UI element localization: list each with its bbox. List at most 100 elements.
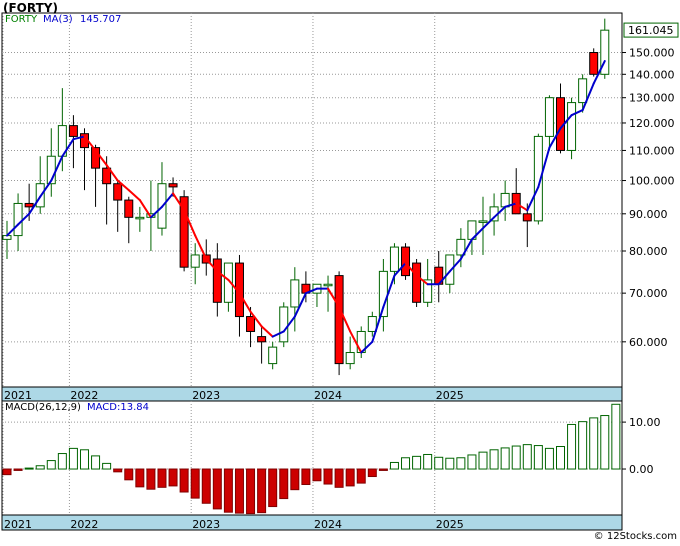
candle-body: [124, 199, 134, 218]
legend-ma-value: 145.707: [80, 14, 122, 25]
footer-copyright: © 12Stocks.com: [593, 531, 677, 542]
macd-bar: [434, 456, 444, 470]
price-ytick-label: 100.000: [629, 175, 675, 188]
year-label-bottom-2022: 2022: [70, 518, 98, 531]
macd-bar: [168, 468, 178, 487]
chart-title: (FORTY): [3, 1, 58, 15]
macd-bar: [500, 447, 510, 470]
macd-bar: [489, 449, 499, 470]
macd-bar: [223, 468, 233, 513]
candle-body: [323, 283, 333, 287]
macd-bar: [544, 447, 554, 470]
macd-bar: [556, 446, 565, 470]
macd-bar: [578, 421, 588, 470]
macd-bar: [290, 468, 300, 491]
macd-bar: [412, 455, 422, 470]
year-label-top-2021: 2021: [4, 389, 32, 402]
candle-body: [401, 246, 411, 277]
macd-bar: [24, 467, 34, 470]
candle-body: [589, 52, 599, 75]
macd-bar: [312, 468, 322, 482]
candle-body: [522, 213, 532, 222]
macd-bar: [279, 468, 289, 500]
macd-bar: [268, 468, 278, 508]
legend-macd-value: MACD:13.84: [87, 402, 149, 413]
macd-bar: [2, 468, 12, 476]
stock-chart: 2021 2021 2022 2022 2023 2023 2024 2024 2025 2025…: [1, 12, 679, 531]
macd-bar: [445, 457, 455, 470]
macd-bar: [301, 468, 311, 486]
price-ytick-label: 150.000: [629, 47, 675, 60]
candle-body: [135, 216, 145, 220]
legend-ma-label: MA(3): [43, 14, 73, 25]
year-label-bottom-2021: 2021: [4, 518, 32, 531]
macd-bar: [46, 460, 56, 470]
macd-bar: [201, 468, 211, 504]
macd-bar: [79, 449, 89, 470]
macd-bar: [13, 468, 23, 471]
price-ytick-label: 140.000: [629, 68, 675, 81]
candle-body: [389, 246, 399, 272]
price-ytick-label: 120.000: [629, 117, 675, 130]
macd-bar: [102, 462, 112, 470]
macd-bar: [522, 444, 532, 470]
candle-body: [367, 316, 377, 332]
macd-bar: [190, 468, 200, 499]
candle-body: [412, 262, 422, 303]
candle-body: [24, 202, 34, 208]
legend-macd-label: MACD(26,12,9): [5, 402, 81, 413]
macd-bar: [567, 423, 577, 470]
macd-bar: [234, 468, 244, 514]
candle-body: [190, 254, 200, 268]
macd-bar: [35, 465, 45, 470]
year-label-bottom-2023: 2023: [192, 518, 220, 531]
candle-body: [168, 183, 178, 188]
macd-bar: [146, 468, 156, 490]
price-plot-frame: [1, 12, 623, 388]
macd-ytick-label: 0.00: [629, 463, 654, 476]
year-label-top-2023: 2023: [192, 389, 220, 402]
macd-bar: [323, 468, 333, 485]
year-label-top-2025: 2025: [436, 389, 464, 402]
candle-body: [246, 316, 256, 332]
candle-body: [334, 275, 344, 365]
macd-bar: [246, 468, 256, 515]
price-ytick-label: 70.000: [629, 287, 668, 300]
legend-symbol: FORTY: [5, 14, 38, 25]
candle-body: [345, 352, 355, 365]
last-price-label: 161.045: [628, 24, 674, 37]
macd-bar: [600, 415, 610, 470]
year-label-top-2024: 2024: [314, 389, 342, 402]
macd-bar: [478, 451, 488, 470]
macd-bar: [467, 454, 477, 470]
macd-bar: [179, 468, 189, 493]
candle-body: [500, 192, 510, 208]
candle-body: [478, 220, 488, 223]
macd-bar: [378, 468, 388, 471]
candle-body: [578, 78, 588, 104]
macd-bar: [345, 468, 355, 487]
candle-body: [113, 183, 123, 201]
macd-bar: [212, 468, 222, 510]
macd-bar: [135, 468, 145, 488]
price-ytick-label: 80.000: [629, 245, 668, 258]
macd-bar: [401, 457, 411, 470]
candle-body: [68, 125, 78, 137]
year-label-bottom-2025: 2025: [436, 518, 464, 531]
macd-bar: [389, 461, 399, 470]
macd-bar: [611, 403, 621, 470]
candle-body: [544, 97, 554, 137]
macd-bar: [423, 453, 433, 470]
macd-bar: [113, 468, 123, 473]
price-ytick-label: 130.000: [629, 92, 675, 105]
macd-bar: [589, 417, 599, 470]
candle-body: [567, 102, 577, 151]
macd-bar: [334, 468, 344, 488]
candle-body: [257, 336, 267, 343]
year-label-top-2022: 2022: [70, 389, 98, 402]
macd-bar: [124, 468, 134, 481]
macd-bar: [91, 455, 101, 470]
candle-body: [212, 258, 222, 303]
year-label-bottom-2024: 2024: [314, 518, 342, 531]
macd-bar: [367, 468, 377, 478]
